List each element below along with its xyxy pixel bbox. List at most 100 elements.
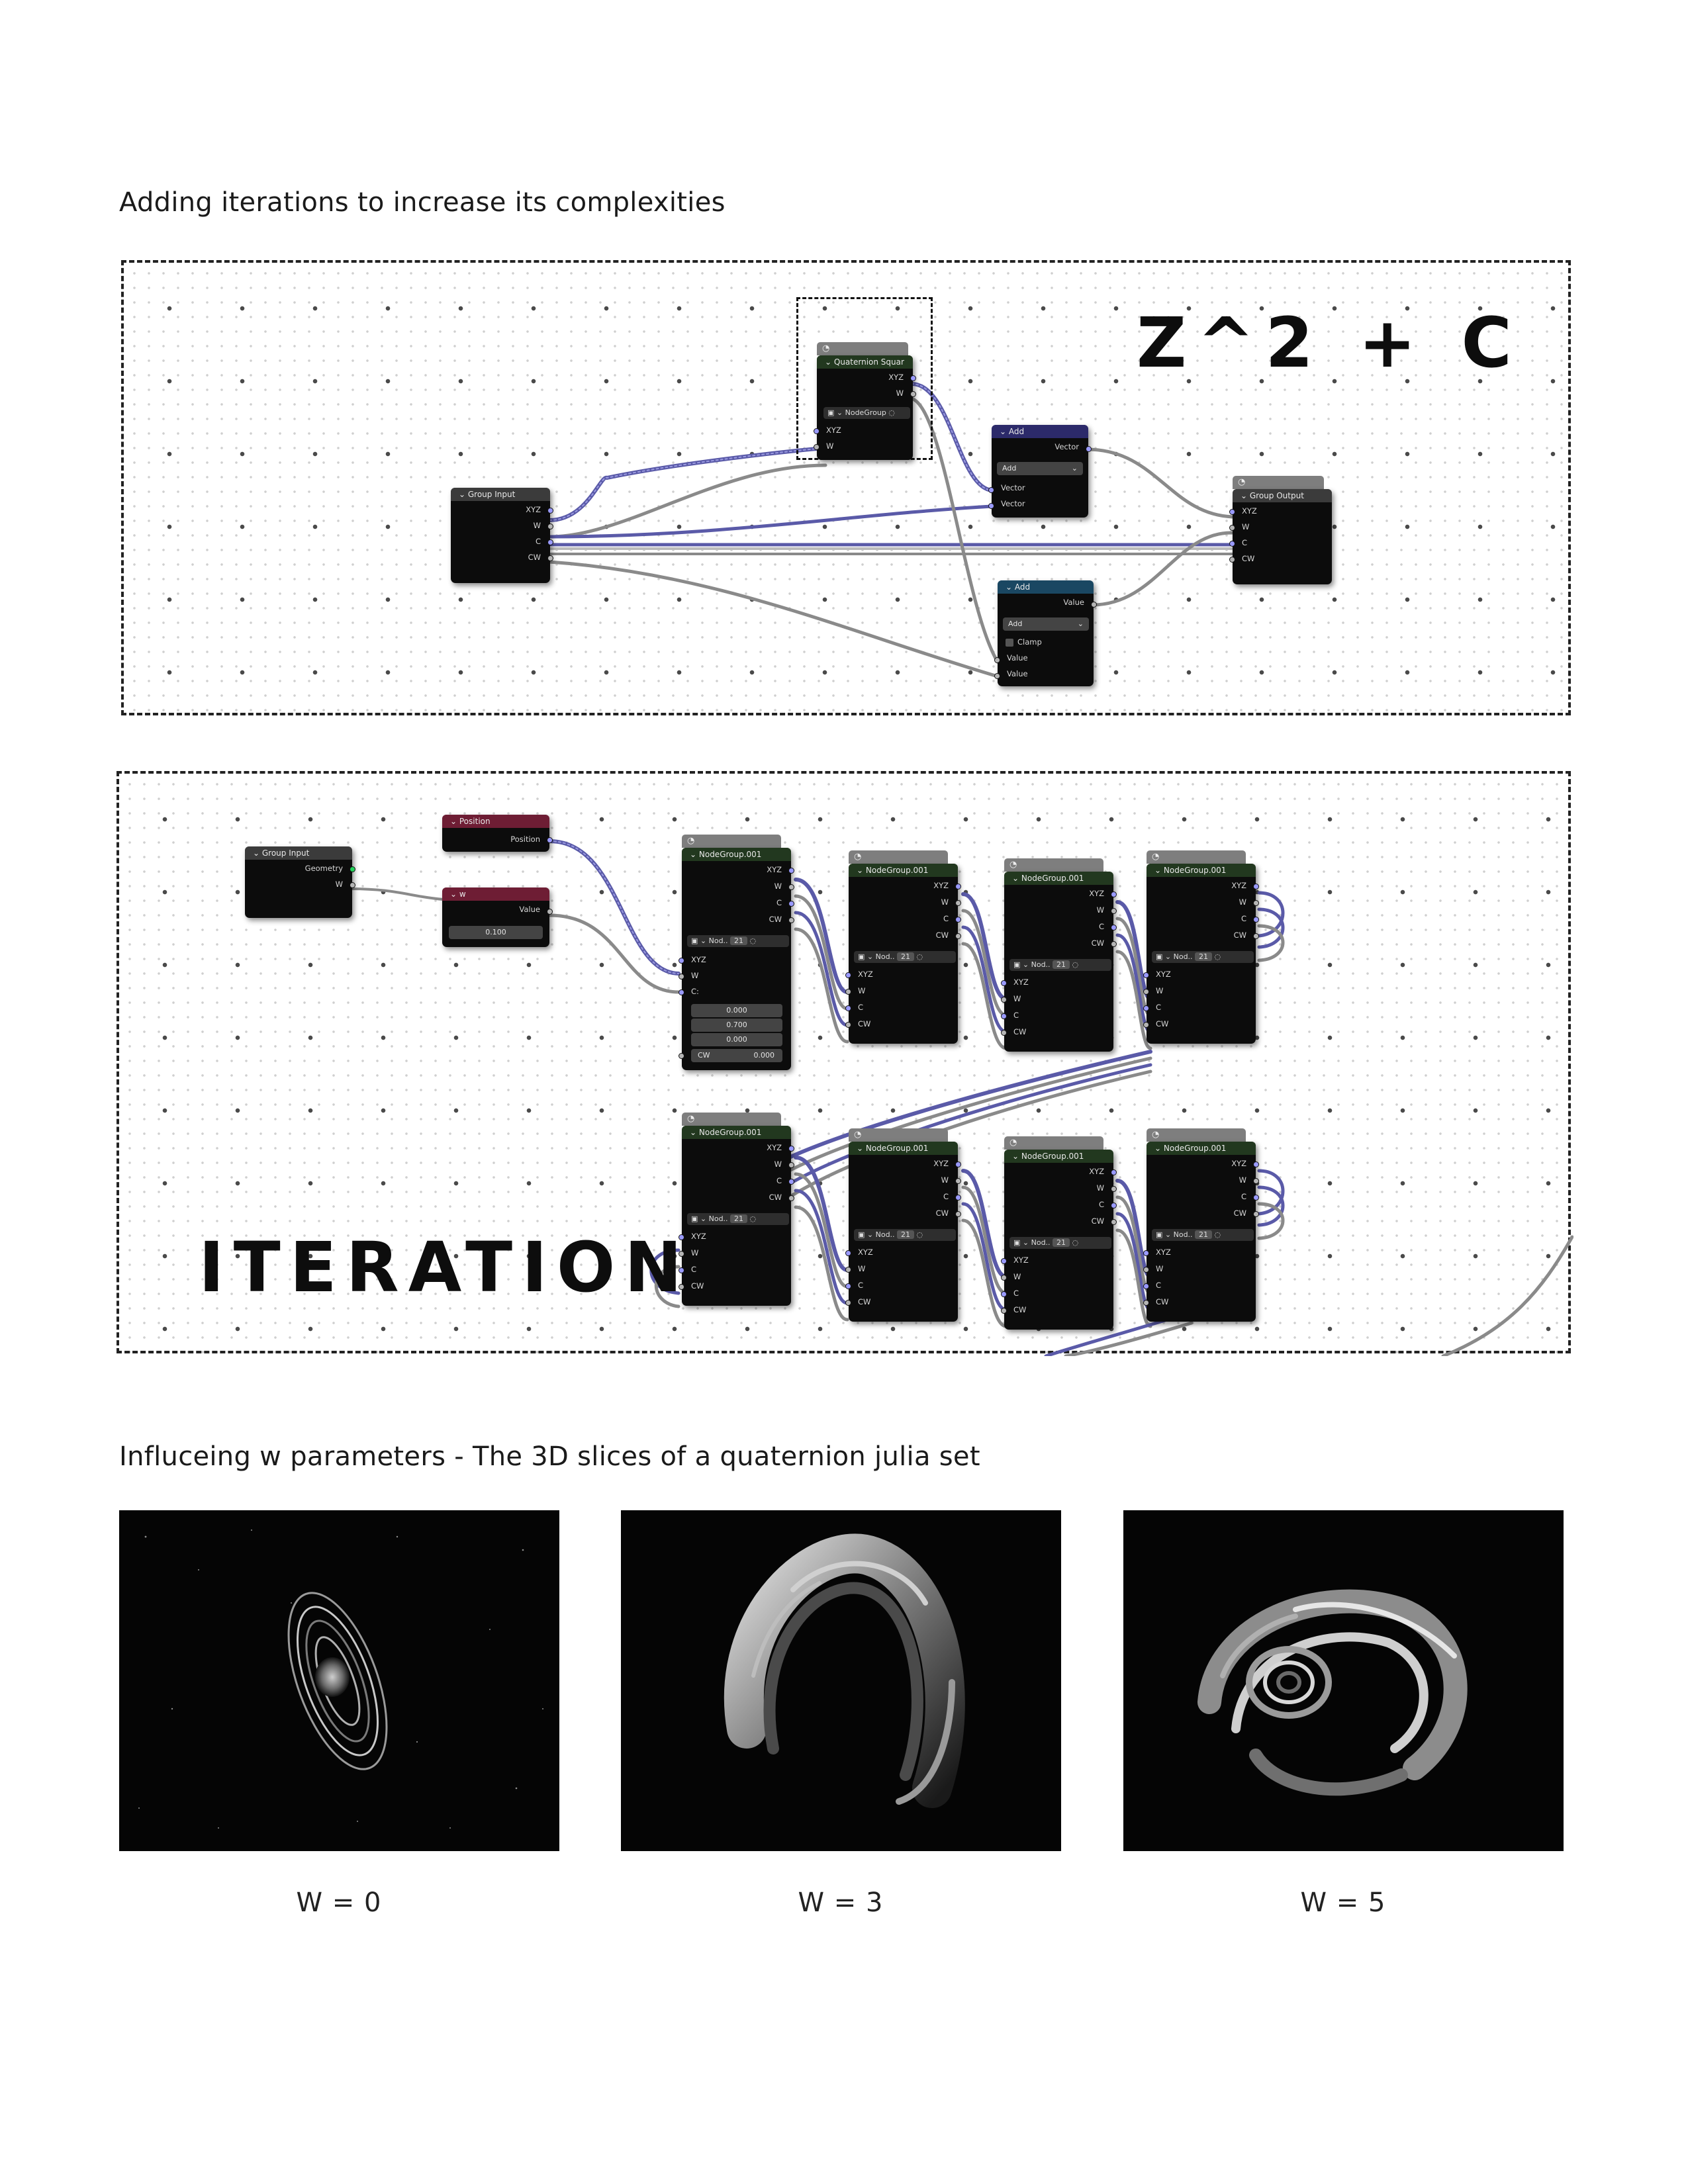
socket[interactable] (1253, 1211, 1259, 1217)
socket[interactable] (788, 1195, 794, 1201)
socket[interactable] (788, 884, 794, 890)
socket[interactable] (955, 1178, 961, 1184)
socket[interactable] (814, 428, 820, 434)
socket[interactable] (955, 917, 961, 923)
cw-field[interactable]: CW 0.000 (691, 1049, 782, 1062)
socket[interactable] (1001, 1258, 1007, 1264)
node-group-selector[interactable]: ▣ ⌄ Nod.. 21 ◌ (1009, 1237, 1111, 1249)
node-group-tab[interactable]: ◔ (849, 1128, 948, 1142)
socket[interactable] (1143, 1250, 1149, 1256)
socket[interactable] (679, 1053, 684, 1059)
socket[interactable] (547, 523, 553, 529)
node-group-001-node[interactable]: ⌄ NodeGroup.001 XYZ W C CW ▣ ⌄ Nod.. 21 ◌ XYZ W… (845, 1142, 961, 1322)
socket[interactable] (955, 1195, 961, 1201)
node-group-selector[interactable]: ▣ ⌄ Nod.. 21 ◌ (854, 1229, 956, 1241)
socket[interactable] (1143, 1267, 1149, 1273)
socket[interactable] (1111, 941, 1117, 947)
socket[interactable] (1253, 917, 1259, 923)
socket[interactable] (1143, 1022, 1149, 1028)
socket[interactable] (1001, 1030, 1007, 1036)
socket[interactable] (1001, 1308, 1007, 1314)
socket[interactable] (788, 868, 794, 874)
socket[interactable] (988, 503, 994, 509)
node-group-selector[interactable]: ▣ ⌄ Nod.. 21 ◌ (687, 1213, 789, 1225)
socket[interactable] (1143, 1300, 1149, 1306)
node-group-tab[interactable]: ◔ (1147, 1128, 1246, 1142)
socket[interactable] (955, 933, 961, 939)
socket[interactable] (955, 1161, 961, 1167)
socket[interactable] (955, 884, 961, 889)
position-node[interactable]: ⌄ Position Position (442, 815, 553, 852)
socket[interactable] (994, 673, 1000, 679)
socket[interactable] (845, 1300, 851, 1306)
socket[interactable] (350, 866, 355, 872)
socket[interactable] (955, 1211, 961, 1217)
socket[interactable] (547, 909, 553, 915)
socket[interactable] (788, 1146, 794, 1152)
socket[interactable] (679, 974, 684, 979)
node-group-selector[interactable]: ▣ ⌄ Nod.. 21 ◌ (1152, 1229, 1254, 1241)
node-group-tab[interactable]: ◔ (682, 1113, 781, 1126)
socket[interactable] (910, 375, 916, 381)
socket[interactable] (1253, 933, 1259, 939)
node-group-tab[interactable]: ◔ (1233, 476, 1324, 489)
add-vector-node[interactable]: ⌄ Add Vector Add ⌄ Vector Vector (988, 425, 1092, 518)
socket[interactable] (845, 1250, 851, 1256)
socket[interactable] (845, 1022, 851, 1028)
socket[interactable] (910, 391, 916, 397)
socket[interactable] (1229, 557, 1235, 563)
c-component-field[interactable]: 0.700 (691, 1019, 782, 1032)
socket[interactable] (1143, 989, 1149, 995)
c-component-field[interactable]: 0.000 (691, 1033, 782, 1046)
operation-dropdown[interactable]: Add ⌄ (1003, 617, 1089, 631)
socket[interactable] (1253, 884, 1259, 889)
node-group-001-node[interactable]: ⌄ NodeGroup.001 XYZ W C CW ▣ ⌄ Nod.. 21 ◌ XYZ W… (1001, 872, 1117, 1052)
socket[interactable] (547, 555, 553, 561)
node-group-tab[interactable]: ◔ (1147, 850, 1246, 864)
node-group-selector[interactable]: ▣ ⌄ Nod.. 21 ◌ (1009, 959, 1111, 971)
node-group-tab[interactable]: ◔ (849, 850, 948, 864)
socket[interactable] (1091, 602, 1097, 608)
node-group-tab[interactable]: ◔ (817, 342, 908, 355)
node-group-001-node[interactable]: ⌄ NodeGroup.001 XYZ W C CW ▣ ⌄ Nod.. 21 ◌ XYZ W… (845, 864, 961, 1044)
socket[interactable] (1229, 541, 1235, 547)
w-value-field[interactable]: 0.100 (449, 926, 543, 939)
socket[interactable] (1001, 980, 1007, 986)
c-component-field[interactable]: 0.000 (691, 1004, 782, 1017)
socket[interactable] (845, 1283, 851, 1289)
socket[interactable] (1111, 925, 1117, 931)
socket[interactable] (1001, 1013, 1007, 1019)
node-group-selector[interactable]: ▣ ⌄ NodeGroup ◌ (823, 407, 910, 419)
socket[interactable] (679, 958, 684, 964)
group-input-node[interactable]: ⌄ Group Input XYZ W C CW (451, 488, 553, 583)
group-input-node[interactable]: ⌄ Group Input Geometry W (245, 846, 355, 918)
socket[interactable] (845, 989, 851, 995)
socket[interactable] (1111, 908, 1117, 914)
socket[interactable] (1143, 972, 1149, 978)
socket[interactable] (1253, 1161, 1259, 1167)
socket[interactable] (1086, 446, 1092, 452)
socket[interactable] (994, 657, 1000, 663)
socket[interactable] (547, 837, 553, 843)
group-output-node[interactable]: ⌄ Group Output XYZ W C CW (1229, 489, 1332, 584)
node-group-001-node[interactable]: ⌄ NodeGroup.001 XYZ W C CW ▣ ⌄ Nod.. 21 ◌ XYZ W… (1001, 1150, 1117, 1330)
socket[interactable] (845, 972, 851, 978)
socket[interactable] (1253, 900, 1259, 906)
socket[interactable] (845, 1005, 851, 1011)
quaternion-square-node[interactable]: ⌄ Quaternion Squar XYZ W ▣ ⌄ NodeGroup ◌… (814, 355, 916, 460)
clamp-checkbox[interactable] (1006, 639, 1013, 647)
socket[interactable] (814, 444, 820, 450)
node-group-selector[interactable]: ▣ ⌄ Nod.. 21 ◌ (854, 951, 956, 963)
w-value-node[interactable]: ⌄ w Value 0.100 (442, 887, 553, 947)
socket[interactable] (1111, 1186, 1117, 1192)
socket[interactable] (1143, 1283, 1149, 1289)
socket[interactable] (988, 487, 994, 493)
socket[interactable] (788, 1179, 794, 1185)
node-group-selector[interactable]: ▣ ⌄ Nod.. 21 ◌ (1152, 951, 1254, 963)
socket[interactable] (1143, 1005, 1149, 1011)
socket[interactable] (1111, 891, 1117, 897)
socket[interactable] (788, 901, 794, 907)
socket[interactable] (788, 1162, 794, 1168)
socket[interactable] (788, 917, 794, 923)
socket[interactable] (1229, 509, 1235, 515)
